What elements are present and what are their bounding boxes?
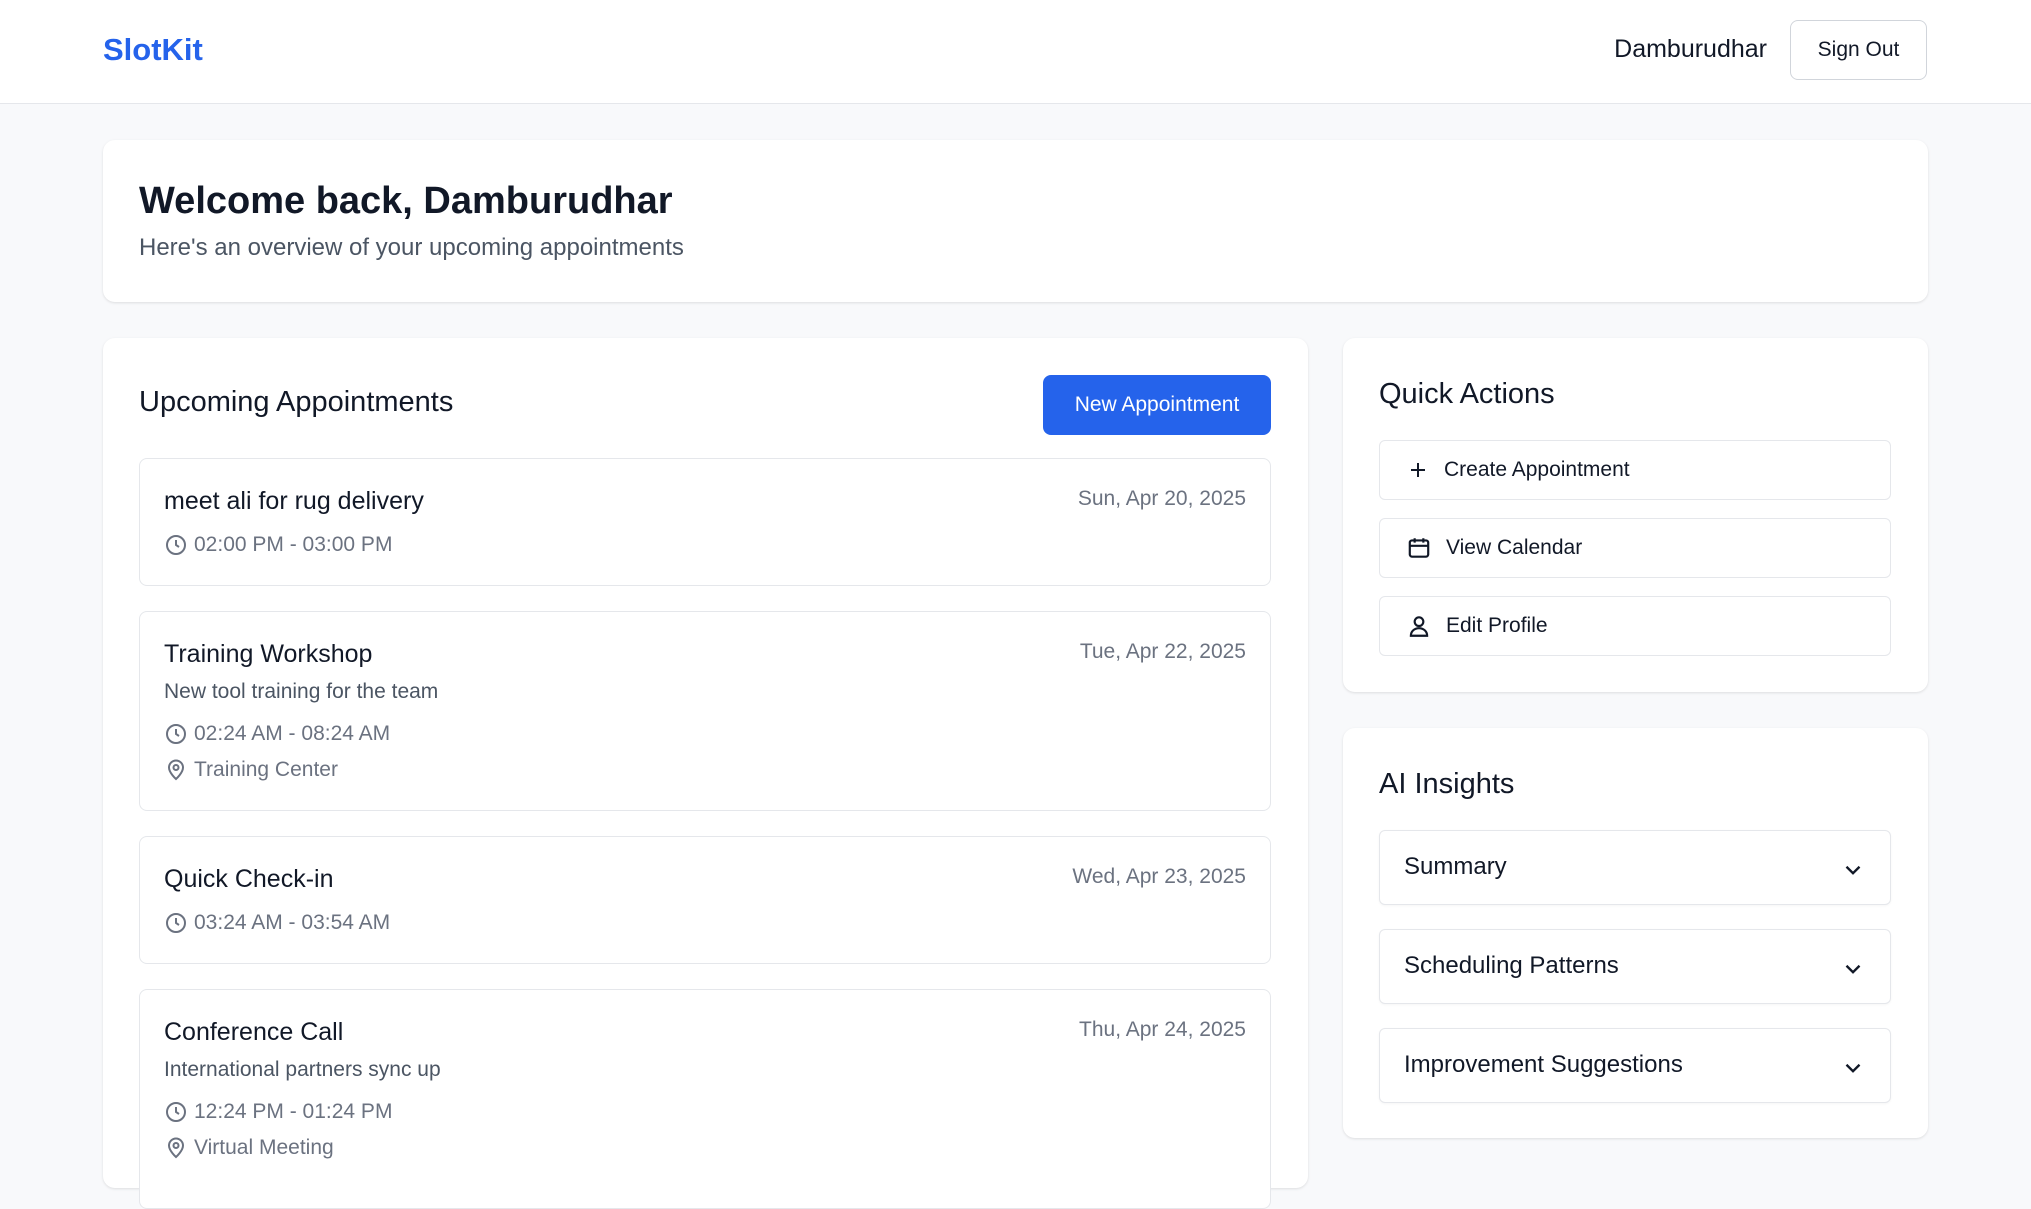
appointment-item[interactable]: Conference Call Thu, Apr 24, 2025 Intern…: [139, 989, 1271, 1209]
chevron-down-icon: [1845, 1063, 1861, 1073]
clock-icon: [166, 724, 186, 744]
create-appointment-button[interactable]: Create Appointment: [1379, 440, 1891, 500]
chevron-down-icon: [1845, 865, 1861, 875]
appointment-description: New tool training for the team: [164, 680, 439, 703]
upcoming-appointments-card: Upcoming Appointments New Appointment me…: [103, 338, 1308, 1209]
accordion-summary[interactable]: Summary: [1379, 830, 1891, 905]
map-pin-icon: [167, 759, 185, 781]
button-label: View Calendar: [1446, 536, 1583, 559]
appointment-date: Thu, Apr 24, 2025: [1079, 1018, 1246, 1041]
view-calendar-button[interactable]: View Calendar: [1379, 518, 1891, 578]
time-text: 02:24 AM - 08:24 AM: [194, 722, 391, 745]
welcome-subtitle: Here's an overview of your upcoming appo…: [139, 234, 684, 261]
appointment-location: Virtual Meeting: [164, 1136, 334, 1160]
appointment-time: 03:24 AM - 03:54 AM: [164, 911, 390, 935]
appointment-item[interactable]: Training Workshop Tue, Apr 22, 2025 New …: [139, 611, 1271, 811]
appointment-date: Sun, Apr 20, 2025: [1077, 487, 1246, 510]
location-text: Virtual Meeting: [194, 1136, 334, 1159]
accordion-label: Scheduling Patterns: [1404, 952, 1619, 979]
ai-insights-title: AI Insights: [1379, 768, 1515, 800]
accordion-scheduling-patterns[interactable]: Scheduling Patterns: [1379, 929, 1891, 1004]
calendar-icon: [1408, 538, 1430, 558]
accordion-label: Improvement Suggestions: [1404, 1051, 1683, 1078]
appointment-title: Training Workshop: [164, 640, 373, 668]
ai-insights-card: AI Insights Summary Scheduling Patterns …: [1343, 728, 1928, 1138]
plus-icon: [1411, 463, 1425, 477]
quick-actions-card: Quick Actions Create Appointment View Ca…: [1343, 338, 1928, 692]
sign-out-button[interactable]: Sign Out: [1790, 20, 1927, 80]
top-navbar: SlotKit Damburudhar Sign Out: [0, 0, 2031, 104]
appointment-title: Conference Call: [164, 1018, 344, 1046]
user-name: Damburudhar: [1614, 35, 1767, 63]
welcome-card: Welcome back, Damburudhar Here's an over…: [103, 140, 1928, 302]
button-label: Create Appointment: [1444, 458, 1630, 481]
location-text: Training Center: [194, 758, 338, 781]
appointment-location: Training Center: [164, 758, 338, 782]
appointment-time: 02:24 AM - 08:24 AM: [164, 722, 390, 746]
appointment-description: International partners sync up: [164, 1058, 441, 1081]
clock-icon: [166, 913, 186, 933]
appointment-title: Quick Check-in: [164, 865, 334, 893]
appointment-time: 12:24 PM - 01:24 PM: [164, 1100, 392, 1124]
edit-profile-button[interactable]: Edit Profile: [1379, 596, 1891, 656]
app-logo[interactable]: SlotKit: [103, 32, 203, 68]
clock-icon: [166, 1102, 186, 1122]
button-label: Edit Profile: [1446, 614, 1548, 637]
accordion-label: Summary: [1404, 853, 1507, 880]
map-pin-icon: [167, 1137, 185, 1159]
user-icon: [1409, 616, 1429, 637]
time-text: 03:24 AM - 03:54 AM: [194, 911, 391, 934]
welcome-title: Welcome back, Damburudhar: [139, 180, 673, 222]
clock-icon: [166, 535, 186, 555]
appointment-title: meet ali for rug delivery: [164, 487, 424, 515]
appointment-item[interactable]: Quick Check-in Wed, Apr 23, 2025 03:24 A…: [139, 836, 1271, 964]
new-appointment-button[interactable]: New Appointment: [1043, 375, 1271, 435]
time-text: 02:00 PM - 03:00 PM: [194, 533, 393, 556]
appointment-time: 02:00 PM - 03:00 PM: [164, 533, 392, 557]
appointment-date: Wed, Apr 23, 2025: [1072, 865, 1246, 888]
appointment-item[interactable]: meet ali for rug delivery Sun, Apr 20, 2…: [139, 458, 1271, 586]
chevron-down-icon: [1845, 964, 1861, 974]
appointment-date: Tue, Apr 22, 2025: [1079, 640, 1246, 663]
time-text: 12:24 PM - 01:24 PM: [194, 1100, 393, 1123]
accordion-improvement-suggestions[interactable]: Improvement Suggestions: [1379, 1028, 1891, 1103]
quick-actions-title: Quick Actions: [1379, 378, 1555, 410]
appointments-title: Upcoming Appointments: [139, 386, 454, 418]
